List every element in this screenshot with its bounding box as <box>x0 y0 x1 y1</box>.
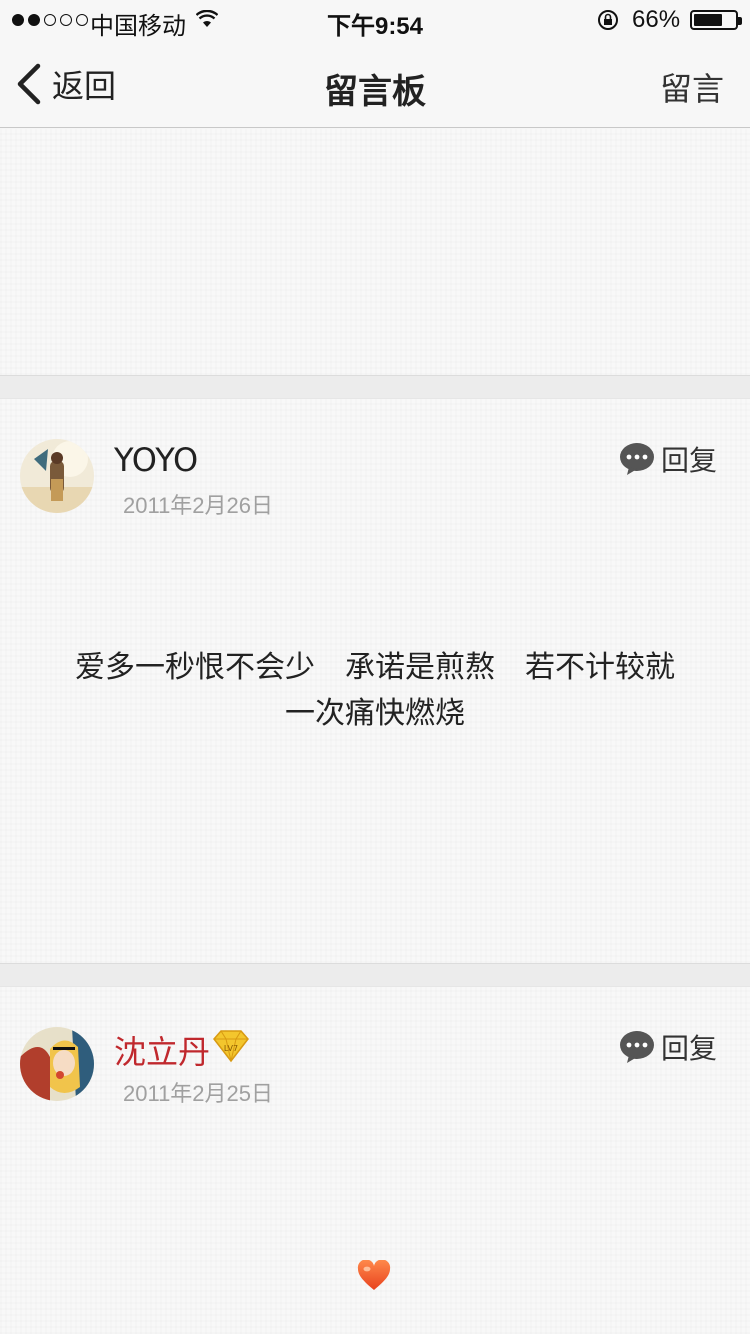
post-date: 2011年2月25日 <box>123 1081 274 1106</box>
post-card: YOYO 2011年2月26日 回复 爱多一秒恨不会少 承诺是煎熬 若不计较就 … <box>0 399 750 963</box>
avatar[interactable] <box>20 1027 94 1101</box>
message-line: 一次痛快燃烧 <box>285 696 465 731</box>
header-panel <box>0 129 750 375</box>
heart-icon <box>357 1260 391 1290</box>
reply-label: 回复 <box>660 444 717 477</box>
post-username[interactable]: 沈立丹 <box>114 1027 210 1073</box>
diamond-vip-icon: LV7 <box>213 1030 249 1063</box>
post-message: 爱多一秒恨不会少 承诺是煎熬 若不计较就 一次痛快燃烧 <box>40 645 710 737</box>
reply-label: 回复 <box>660 1032 717 1065</box>
leave-message-button[interactable]: 留言 <box>660 64 724 110</box>
section-divider <box>0 963 750 987</box>
navigation-bar: 返回 留言板 留言 <box>0 40 750 128</box>
page-title: 留言板 <box>324 72 426 112</box>
reply-button[interactable]: 回复 <box>619 439 717 479</box>
avatar[interactable] <box>20 439 94 513</box>
post-date: 2011年2月26日 <box>123 493 274 518</box>
comment-bubble-icon <box>619 443 654 475</box>
status-bar: 中国移动 下午9:54 66% <box>0 0 750 40</box>
battery-percent: 66% <box>632 6 681 33</box>
post-username[interactable]: YOYO <box>114 441 198 479</box>
battery-icon <box>690 10 742 30</box>
svg-text:LV7: LV7 <box>224 1044 238 1053</box>
comment-bubble-icon <box>619 1031 654 1063</box>
section-divider <box>0 375 750 399</box>
message-line: 爱多一秒恨不会少 承诺是煎熬 若不计较就 <box>75 650 675 685</box>
post-card: 沈立丹 LV7 2011年2月25日 回复 <box>0 987 750 1334</box>
rotation-lock-icon <box>598 10 618 30</box>
reply-button[interactable]: 回复 <box>619 1027 717 1067</box>
